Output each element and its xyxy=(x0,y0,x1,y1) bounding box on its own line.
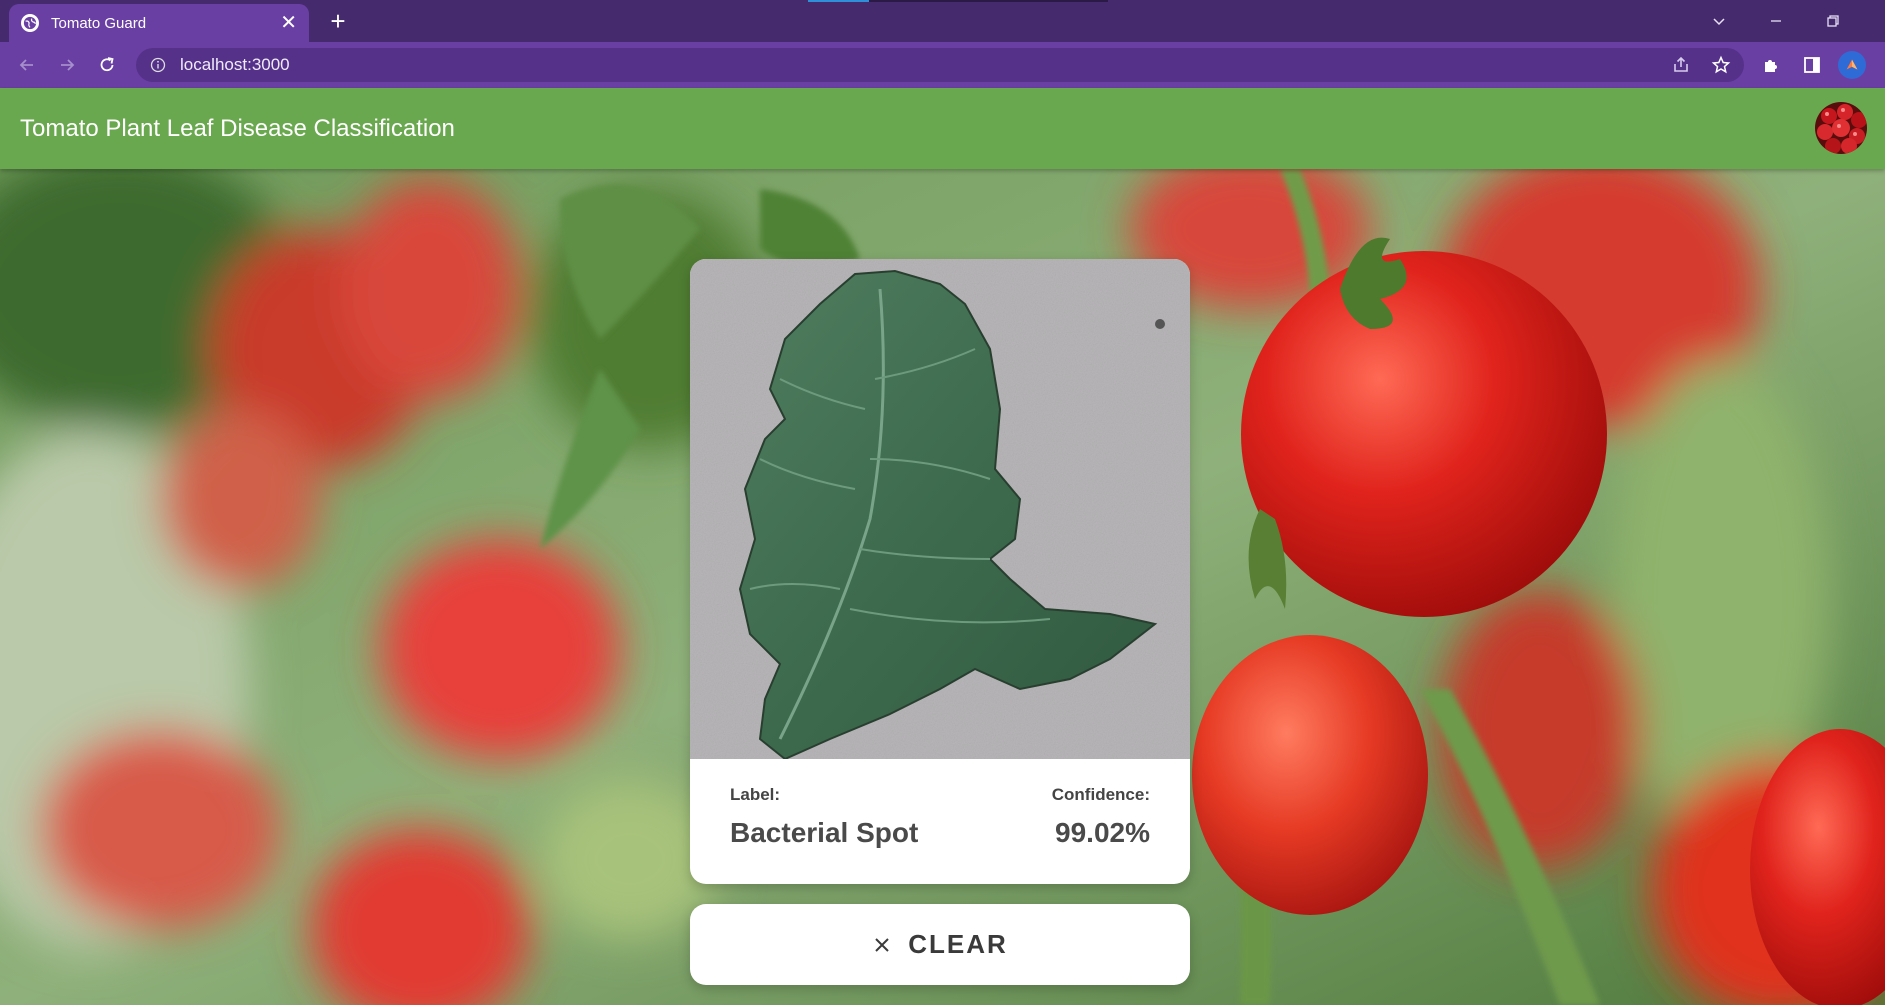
profile-avatar-icon[interactable] xyxy=(1838,51,1866,79)
extensions-puzzle-icon[interactable] xyxy=(1756,50,1786,80)
tab-search-chevron-icon[interactable] xyxy=(1699,6,1739,36)
prediction-card: Label: Confidence: Bacterial Spot 99.02% xyxy=(690,259,1190,884)
tab-title: Tomato Guard xyxy=(51,14,147,32)
close-icon xyxy=(875,937,889,952)
bookmark-star-icon[interactable] xyxy=(1708,52,1734,78)
tab-search-indicator xyxy=(808,0,1108,2)
restore-button[interactable] xyxy=(1813,6,1853,36)
uploaded-leaf-image xyxy=(690,259,1190,759)
tab-close-icon[interactable]: ✕ xyxy=(280,13,297,33)
address-bar[interactable]: localhost:3000 xyxy=(136,48,1744,82)
page-title: Tomato Plant Leaf Disease Classification xyxy=(20,114,455,142)
clear-button-label: CLEAR xyxy=(908,929,1008,959)
browser-tab-strip: Tomato Guard ✕ + xyxy=(0,0,1885,42)
globe-icon xyxy=(21,14,39,32)
label-heading: Label: xyxy=(730,785,781,804)
clear-button[interactable]: CLEAR xyxy=(690,904,1190,985)
confidence-value: 99.02% xyxy=(1055,817,1150,848)
prediction-results: Label: Confidence: Bacterial Spot 99.02% xyxy=(690,759,1190,884)
forward-arrow-icon[interactable] xyxy=(52,50,82,80)
predicted-label: Bacterial Spot xyxy=(730,817,919,848)
app-header: Tomato Plant Leaf Disease Classification xyxy=(0,88,1885,169)
confidence-heading: Confidence: xyxy=(1051,785,1150,804)
share-icon[interactable] xyxy=(1668,52,1694,78)
new-tab-button[interactable]: + xyxy=(324,8,352,36)
minimize-button[interactable] xyxy=(1756,6,1796,36)
side-panel-icon[interactable] xyxy=(1797,50,1827,80)
address-url: localhost:3000 xyxy=(180,55,290,74)
browser-tab[interactable]: Tomato Guard ✕ xyxy=(9,4,309,42)
reload-icon[interactable] xyxy=(92,50,122,80)
tomato-logo-avatar[interactable] xyxy=(1815,102,1867,154)
site-info-icon[interactable] xyxy=(150,57,166,73)
browser-toolbar: localhost:3000 xyxy=(0,42,1885,88)
back-arrow-icon[interactable] xyxy=(12,50,42,80)
